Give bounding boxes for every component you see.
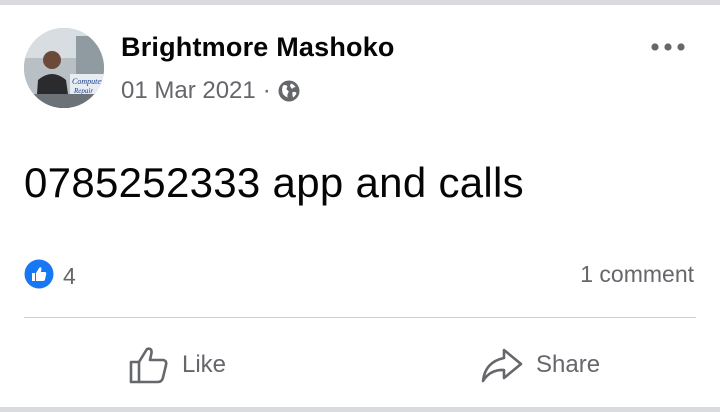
share-arrow-icon [481, 348, 523, 383]
more-options-button[interactable] [648, 33, 688, 61]
share-label: Share [536, 351, 601, 378]
post-card: Computer Repair Brightmore Mashoko 01 Ma… [0, 5, 720, 407]
like-badge-icon [24, 259, 54, 294]
like-button[interactable]: Like [128, 340, 226, 390]
divider [24, 317, 696, 318]
svg-text:Computer: Computer [72, 77, 104, 86]
globe-icon[interactable] [277, 79, 301, 103]
post-text: 0785252333 app and calls [24, 159, 524, 206]
reactions-summary[interactable]: 4 [24, 259, 76, 294]
svg-text:Repair: Repair [73, 87, 93, 95]
share-button[interactable]: Share [480, 340, 600, 390]
author-name[interactable]: Brightmore Mashoko [121, 32, 395, 63]
post-meta: 01 Mar 2021 · [121, 77, 301, 105]
thumbs-up-outline-icon [129, 347, 168, 384]
more-horizontal-icon [651, 43, 685, 51]
reaction-count: 4 [63, 263, 76, 289]
like-label: Like [182, 351, 227, 378]
post-date[interactable]: 01 Mar 2021 [121, 77, 256, 105]
avatar-photo: Computer Repair [24, 28, 104, 108]
meta-separator: · [262, 77, 271, 104]
avatar[interactable]: Computer Repair [24, 28, 104, 108]
comments-count[interactable]: 1 comment [580, 261, 694, 288]
